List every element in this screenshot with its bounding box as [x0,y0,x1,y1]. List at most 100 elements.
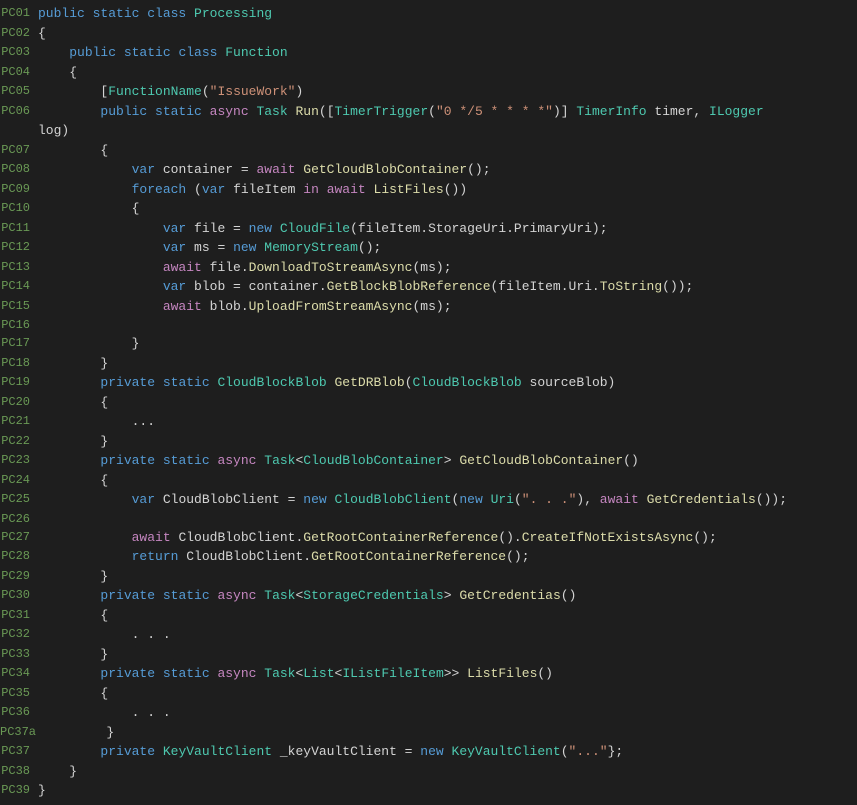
type-token: Task [264,453,295,468]
plain-token [38,453,100,468]
table-row: PC05 [FunctionName("IssueWork") [0,82,849,102]
table-row: PC08 var container = await GetCloudBlobC… [0,160,849,180]
line-number: PC21 [0,412,38,432]
plain-token: { [38,686,108,701]
kw-token: static [93,6,148,21]
method-token: GetRootContainerReference [311,549,506,564]
kw2-token: async [210,104,257,119]
type-token: Processing [194,6,272,21]
line-content: { [38,684,849,704]
plain-token: blob = container. [194,279,327,294]
plain-token: _keyVaultClient = [272,744,420,759]
str-token: "0 */5 * * * *" [436,104,553,119]
plain-token: } [38,764,77,779]
line-content: await blob.UploadFromStreamAsync(ms); [38,297,849,317]
kw2-token: await [132,530,179,545]
plain-token: ms = [194,240,233,255]
table-row: PC31 { [0,606,849,626]
type-token: IListFileItem [342,666,443,681]
plain-token: ( [561,744,569,759]
kw-token: var [202,182,233,197]
line-number: PC19 [0,373,38,393]
kw2-token: await [163,299,210,314]
plain-token: file. [210,260,249,275]
plain-token: CloudBlobClient. [178,530,303,545]
method-token: GetDRBlob [334,375,404,390]
line-content: await CloudBlobClient.GetRootContainerRe… [38,528,849,548]
plain-token: ()); [756,492,787,507]
table-row: PC38 } [0,762,849,782]
line-content: private static async Task<CloudBlobConta… [38,451,849,471]
line-number: PC37a [0,723,44,743]
kw2-token: in [303,182,326,197]
line-content: } [38,432,849,452]
plain-token: (); [467,162,490,177]
plain-token [38,588,100,603]
plain-token [38,260,163,275]
type-token: Task [256,104,287,119]
line-number: PC37 [0,742,38,762]
line-content: } [38,334,849,354]
plain-token: ()) [444,182,467,197]
kw2-token: async [217,588,264,603]
kw-token: new [459,492,490,507]
line-content: private static async Task<List<IListFile… [38,664,849,684]
plain-token: ( [405,375,413,390]
type-token: Task [264,588,295,603]
line-number: PC13 [0,258,38,278]
table-row: PC07 { [0,141,849,161]
plain-token: }; [608,744,624,759]
line-content: var CloudBlobClient = new CloudBlobClien… [38,490,849,510]
kw2-token: await [256,162,303,177]
method-token: GetCredentials [647,492,756,507]
plain-token [38,299,163,314]
line-content: { [38,606,849,626]
line-content: private static CloudBlockBlob GetDRBlob(… [38,373,849,393]
line-content: } [38,645,849,665]
line-content: { [38,141,849,161]
line-content: var container = await GetCloudBlobContai… [38,160,849,180]
plain-token: )] [553,104,576,119]
kw-token: var [163,240,194,255]
kw-token: new [420,744,451,759]
line-content: { [38,393,849,413]
type-token: ILogger [709,104,764,119]
plain-token: } [38,569,108,584]
plain-token: (fileItem.StorageUri.PrimaryUri); [350,221,607,236]
type-token: CloudBlobClient [335,492,452,507]
line-number: PC14 [0,277,38,297]
plain-token: > [444,588,460,603]
plain-token: } [44,725,114,740]
method-token: GetCredentias [459,588,560,603]
line-number: PC36 [0,703,38,723]
line-number [0,121,38,141]
table-row: PC32 . . . [0,625,849,645]
line-number: PC06 [0,102,38,122]
method-token: ListFiles [467,666,537,681]
method-token: Run [295,104,318,119]
table-row: PC34 private static async Task<List<ILis… [0,664,849,684]
plain-token [38,375,100,390]
line-content: private KeyVaultClient _keyVaultClient =… [38,742,849,762]
kw-token: foreach [132,182,194,197]
plain-token: (fileItem.Uri. [491,279,600,294]
plain-token: () [561,588,577,603]
line-content: public static async Task Run([TimerTrigg… [38,102,849,122]
type-token: TimerInfo [576,104,646,119]
plain-token: (ms); [412,299,451,314]
plain-token: } [38,434,108,449]
table-row: PC09 foreach (var fileItem in await List… [0,180,849,200]
table-row: PC25 var CloudBlobClient = new CloudBlob… [0,490,849,510]
table-row: PC21 ... [0,412,849,432]
kw-token: var [132,162,163,177]
kw2-token: async [217,453,264,468]
method-token: GetCloudBlobContainer [303,162,467,177]
table-row: PC16 [0,316,849,334]
line-content: } [44,723,849,743]
line-number: PC25 [0,490,38,510]
type-token: Uri [491,492,514,507]
kw2-token: await [327,182,374,197]
line-number: PC22 [0,432,38,452]
method-token: ListFiles [374,182,444,197]
plain-token: () [623,453,639,468]
